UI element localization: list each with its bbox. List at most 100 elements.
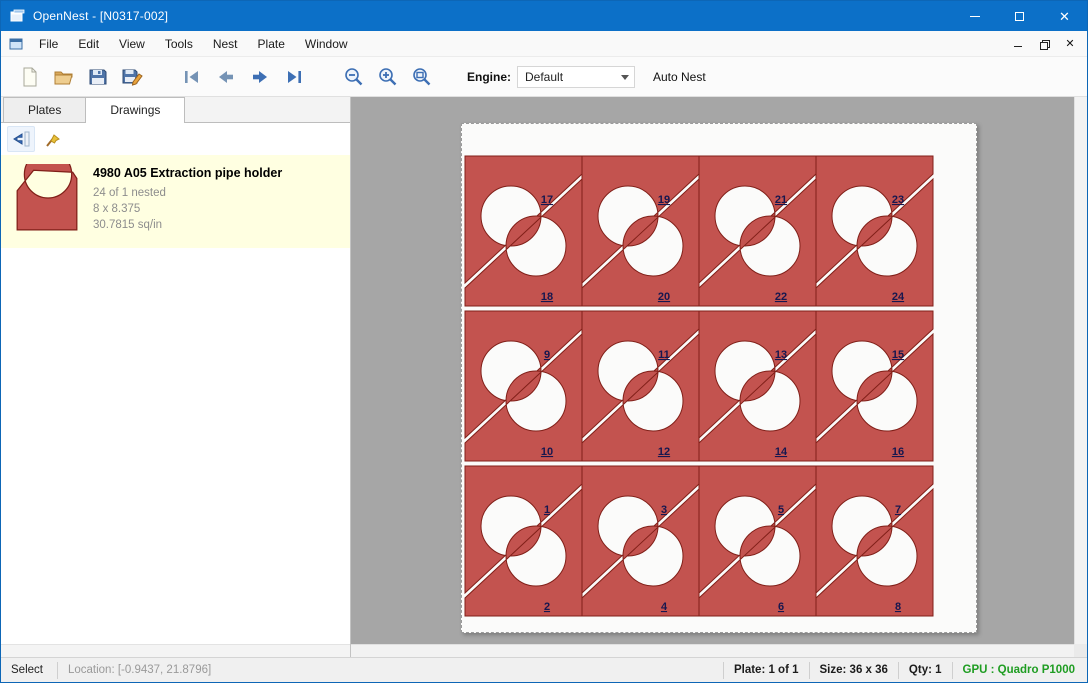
mdi-restore-button[interactable]	[1031, 34, 1057, 54]
part-number[interactable]: 13	[775, 349, 787, 361]
mdi-close-button[interactable]: ✕	[1057, 34, 1083, 54]
status-qty: Qty: 1	[899, 664, 952, 676]
go-previous-icon	[215, 66, 237, 88]
part-number[interactable]: 6	[778, 601, 784, 613]
nest-tile: 78	[816, 466, 933, 616]
nest-layout: 171819202122232491011121314151612345678	[462, 124, 976, 632]
part-number[interactable]: 1	[544, 504, 550, 516]
open-file-button[interactable]	[47, 61, 81, 93]
save-button[interactable]	[81, 61, 115, 93]
plate-sheet[interactable]: 171819202122232491011121314151612345678	[461, 123, 977, 633]
go-first-icon	[181, 66, 203, 88]
maximize-button[interactable]	[997, 1, 1042, 31]
drawing-dimensions: 8 x 8.375	[93, 201, 282, 217]
status-location: Location: [-0.9437, 21.8796]	[58, 664, 221, 676]
chevron-down-icon	[621, 75, 629, 80]
go-last-button[interactable]	[277, 61, 311, 93]
close-button[interactable]: ✕	[1042, 1, 1087, 31]
document-icon[interactable]	[9, 37, 23, 51]
import-drawing-button[interactable]	[7, 126, 35, 152]
close-icon: ✕	[1059, 10, 1070, 23]
nest-canvas[interactable]: 171819202122232491011121314151612345678	[351, 97, 1087, 657]
zoom-tool-group	[337, 61, 439, 93]
part-number[interactable]: 21	[775, 194, 787, 206]
new-file-button[interactable]	[13, 61, 47, 93]
drawing-part-shape	[17, 164, 77, 230]
mdi-restore-icon	[1040, 40, 1048, 48]
menu-nest[interactable]: Nest	[203, 33, 248, 55]
part-number[interactable]: 11	[658, 349, 670, 361]
main-toolbar: Engine: Default Auto Nest	[1, 57, 1087, 97]
part-number[interactable]: 23	[892, 194, 904, 206]
go-first-button[interactable]	[175, 61, 209, 93]
status-mode: Select	[1, 664, 57, 676]
nest-tile: 23 24	[816, 156, 933, 306]
part-number[interactable]: 19	[658, 194, 670, 206]
app-icon	[10, 9, 25, 24]
menu-plate[interactable]: Plate	[248, 33, 295, 55]
minimize-button[interactable]	[952, 1, 997, 31]
save-as-icon	[121, 66, 143, 88]
part-number[interactable]: 4	[661, 601, 668, 613]
part-number[interactable]: 24	[892, 291, 905, 303]
canvas-horizontal-scrollbar[interactable]	[351, 644, 1074, 657]
menu-edit[interactable]: Edit	[68, 33, 109, 55]
zoom-in-button[interactable]	[371, 61, 405, 93]
drawings-toolbar	[1, 123, 350, 155]
part-number[interactable]: 14	[775, 446, 788, 458]
clean-button[interactable]	[39, 126, 67, 152]
part-number[interactable]: 18	[541, 291, 553, 303]
part-number[interactable]: 22	[775, 291, 787, 303]
nav-tool-group	[175, 61, 311, 93]
go-previous-button[interactable]	[209, 61, 243, 93]
minimize-icon	[970, 16, 980, 17]
part-number[interactable]: 9	[544, 349, 550, 361]
status-size: Size: 36 x 36	[810, 664, 898, 676]
scrollbar-corner	[1074, 644, 1087, 657]
part-number[interactable]: 12	[658, 446, 670, 458]
save-icon	[87, 66, 109, 88]
zoom-fit-icon	[411, 66, 433, 88]
part-number[interactable]: 7	[895, 504, 901, 516]
zoom-fit-button[interactable]	[405, 61, 439, 93]
part-number[interactable]: 20	[658, 291, 670, 303]
mdi-close-icon: ✕	[1065, 37, 1074, 50]
drawing-list-item[interactable]: 4980 A05 Extraction pipe holder 24 of 1 …	[1, 155, 350, 248]
drawing-list-empty-space	[1, 248, 350, 644]
file-tool-group	[13, 61, 149, 93]
zoom-out-button[interactable]	[337, 61, 371, 93]
part-number[interactable]: 17	[541, 194, 553, 206]
engine-select[interactable]: Default	[517, 66, 635, 88]
canvas-vertical-scrollbar[interactable]	[1074, 97, 1087, 644]
auto-nest-button[interactable]: Auto Nest	[653, 70, 706, 84]
part-number[interactable]: 10	[541, 446, 553, 458]
main-area: Plates Drawings	[1, 97, 1087, 657]
zoom-out-icon	[343, 66, 365, 88]
part-number[interactable]: 2	[544, 601, 550, 613]
part-number[interactable]: 16	[892, 446, 904, 458]
panel-tabstrip: Plates Drawings	[1, 97, 350, 123]
maximize-icon	[1015, 12, 1024, 21]
panel-horizontal-scrollbar[interactable]	[1, 644, 350, 657]
mdi-window-buttons: ✕	[1005, 31, 1087, 56]
part-number[interactable]: 15	[892, 349, 904, 361]
part-number[interactable]: 8	[895, 601, 901, 613]
part-number[interactable]: 5	[778, 504, 784, 516]
zoom-in-icon	[377, 66, 399, 88]
go-next-button[interactable]	[243, 61, 277, 93]
menu-window[interactable]: Window	[295, 33, 358, 55]
menu-file[interactable]: File	[29, 33, 68, 55]
engine-label: Engine:	[467, 70, 511, 84]
tab-plates[interactable]: Plates	[3, 97, 86, 122]
save-as-button[interactable]	[115, 61, 149, 93]
menu-view[interactable]: View	[109, 33, 155, 55]
drawing-nested-count: 24 of 1 nested	[93, 185, 282, 201]
part-number[interactable]: 3	[661, 504, 667, 516]
menu-tools[interactable]: Tools	[155, 33, 203, 55]
drawing-title: 4980 A05 Extraction pipe holder	[93, 166, 282, 180]
mdi-minimize-button[interactable]	[1005, 34, 1031, 54]
tab-drawings[interactable]: Drawings	[85, 97, 185, 123]
nest-tile: 13 14	[699, 311, 816, 461]
nest-tile: 56	[699, 466, 816, 616]
nest-tile: 21 22	[699, 156, 816, 306]
